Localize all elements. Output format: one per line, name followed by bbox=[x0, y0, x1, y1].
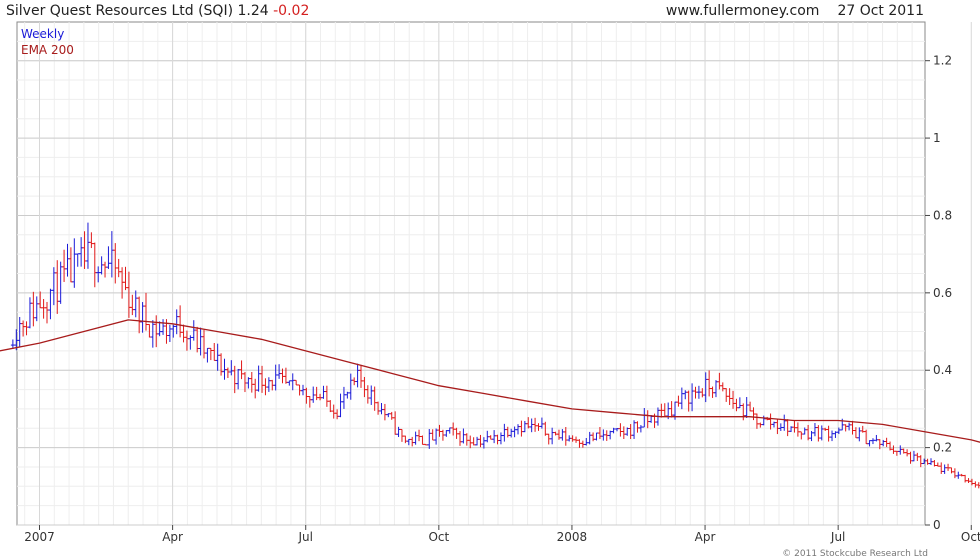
legend-ema-200: EMA 200 bbox=[21, 43, 74, 57]
y-tick-label: 1 bbox=[933, 131, 941, 145]
price-chart: 0 0.2 0.4 0.6 0.8 1 1.2 2007 Apr Jul Oct 2008 Apr Jul… bbox=[0, 21, 980, 544]
x-tick-label: Jul bbox=[830, 530, 845, 544]
x-tick-label: Apr bbox=[162, 530, 183, 544]
y-tick-label: 0.4 bbox=[933, 363, 952, 377]
y-tick-label: 0.2 bbox=[933, 441, 952, 455]
x-tick-label: Oct bbox=[428, 530, 449, 544]
legend-weekly: Weekly bbox=[21, 27, 64, 41]
y-tick-label: 0.8 bbox=[933, 208, 952, 222]
x-tick-label: 2007 bbox=[24, 530, 55, 544]
x-tick-label: 2008 bbox=[557, 530, 588, 544]
x-tick-label: Oct bbox=[961, 530, 980, 544]
y-tick-label: 0.6 bbox=[933, 286, 952, 300]
y-tick-label: 0 bbox=[933, 518, 941, 532]
y-tick-label: 1.2 bbox=[933, 54, 952, 68]
x-tick-label: Jul bbox=[297, 530, 312, 544]
copyright-credit: © 2011 Stockcube Research Ltd bbox=[782, 549, 928, 559]
x-tick-label: Apr bbox=[695, 530, 716, 544]
